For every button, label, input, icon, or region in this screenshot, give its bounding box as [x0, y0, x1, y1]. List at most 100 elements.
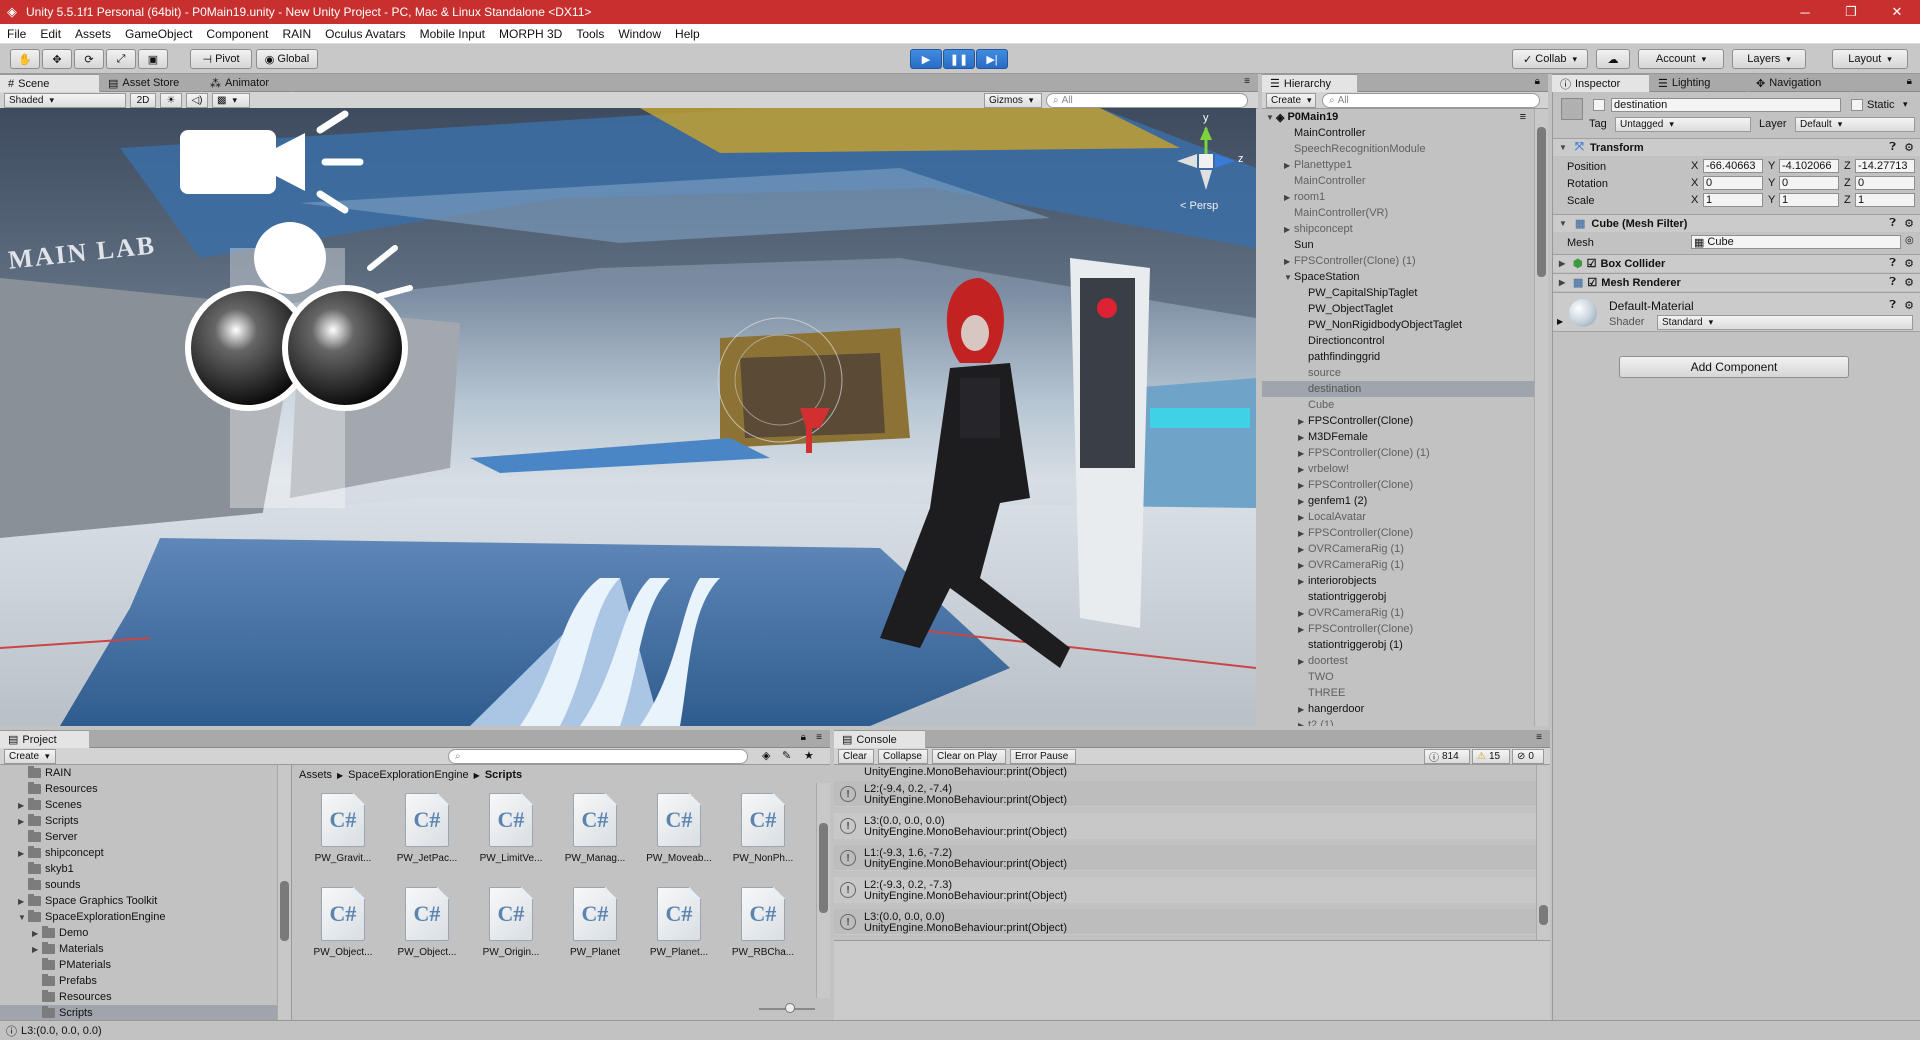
scene-viewport[interactable]: MAIN LAB y z < Persp: [0, 108, 1256, 726]
expand-icon[interactable]: ▶: [1298, 465, 1308, 474]
console-warning-filter[interactable]: ⚠ 15: [1472, 749, 1510, 764]
tab-console[interactable]: ▤ Console: [834, 730, 926, 748]
filter-type-icon[interactable]: ◈: [762, 749, 770, 762]
enabled-check-icon[interactable]: ☑: [1587, 276, 1597, 289]
console-log-entry[interactable]: ! L3:(0.0, 0.0, 0.0) UnityEngine.MonoBehav…: [834, 813, 1550, 839]
expand-icon[interactable]: ▶: [32, 929, 42, 938]
audio-toggle[interactable]: ◁): [186, 93, 208, 108]
menu-edit[interactable]: Edit: [33, 27, 68, 41]
collab-dropdown[interactable]: ✓ Collab: [1512, 49, 1588, 69]
static-checkbox[interactable]: [1851, 99, 1863, 111]
object-picker-icon[interactable]: ◎: [1905, 235, 1914, 246]
scene-menu-icon[interactable]: ≡: [1520, 111, 1526, 123]
play-button[interactable]: ▶: [910, 49, 942, 69]
fold-icon[interactable]: ▶: [1559, 278, 1569, 287]
rot-z-field[interactable]: 0: [1855, 176, 1915, 190]
project-tree-scrollbar[interactable]: [277, 765, 291, 1020]
script-file[interactable]: C# PW_NonPh...: [727, 793, 799, 877]
project-files-scrollbar[interactable]: [816, 783, 830, 998]
script-file[interactable]: C# PW_Origin...: [475, 887, 547, 971]
expand-icon[interactable]: ▶: [1284, 193, 1294, 202]
gizmos-dropdown[interactable]: Gizmos: [984, 93, 1042, 108]
lock-icon[interactable]: 🔒︎: [1535, 76, 1540, 87]
console-log-entry[interactable]: ! L2:(-9.3, 0.2, -7.3) UnityEngine.MonoBeh…: [834, 877, 1550, 903]
hierarchy-item[interactable]: ▶ FPSController(Clone): [1262, 477, 1548, 493]
minimize-icon[interactable]: ─: [1782, 0, 1828, 24]
project-folder-item[interactable]: ▶ Space Graphics Toolkit: [0, 893, 291, 909]
expand-icon[interactable]: ▶: [1298, 609, 1308, 618]
expand-icon[interactable]: ▶: [1284, 225, 1294, 234]
help-icon[interactable]: ❓︎: [1889, 217, 1896, 230]
box-collider-header[interactable]: ▶ ⬢ ☑ Box Collider ❓︎ ⚙: [1553, 254, 1920, 272]
mesh-filter-header[interactable]: ▼ ▦ Cube (Mesh Filter) ❓︎ ⚙: [1553, 214, 1920, 232]
project-folder-item[interactable]: ▶ shipconcept: [0, 845, 291, 861]
hierarchy-item[interactable]: ▶ Planettype1: [1262, 157, 1548, 173]
rotate-tool-button[interactable]: ⟳: [74, 49, 104, 69]
fold-icon[interactable]: ▼: [1559, 219, 1569, 228]
expand-icon[interactable]: ▶: [1298, 449, 1308, 458]
hierarchy-item[interactable]: pathfindinggrid: [1262, 349, 1548, 365]
hierarchy-scene-root[interactable]: ▼ ◈ P0Main19 ≡: [1262, 109, 1548, 125]
hierarchy-item[interactable]: ▶ shipconcept: [1262, 221, 1548, 237]
menu-gameobject[interactable]: GameObject: [118, 27, 199, 41]
expand-icon[interactable]: ▶: [1298, 513, 1308, 522]
scene-search-input[interactable]: ⌕ All: [1046, 93, 1248, 108]
rot-x-field[interactable]: 0: [1703, 176, 1763, 190]
project-folder-item[interactable]: Prefabs: [0, 973, 291, 989]
scale-y-field[interactable]: 1: [1779, 193, 1839, 207]
layout-dropdown[interactable]: Layout: [1832, 49, 1908, 69]
project-folder-item[interactable]: ▶ Demo: [0, 925, 291, 941]
mesh-renderer-header[interactable]: ▶ ▦ ☑ Mesh Renderer ❓︎ ⚙: [1553, 273, 1920, 291]
hierarchy-item[interactable]: Directioncontrol: [1262, 333, 1548, 349]
hierarchy-item[interactable]: ▼ SpaceStation: [1262, 269, 1548, 285]
breadcrumb-scripts[interactable]: Scripts: [485, 769, 522, 781]
icon-size-slider-thumb[interactable]: [785, 1003, 795, 1013]
help-icon[interactable]: ❓︎: [1889, 141, 1896, 154]
object-name-input[interactable]: destination: [1611, 98, 1841, 112]
expand-icon[interactable]: ▶: [1284, 161, 1294, 170]
project-folder-item[interactable]: ▶ Scenes: [0, 797, 291, 813]
help-icon[interactable]: ❓︎: [1889, 299, 1896, 312]
panel-menu-icon[interactable]: ≡: [816, 732, 822, 743]
lock-icon[interactable]: 🔒︎: [801, 732, 806, 743]
expand-icon[interactable]: ▶: [1298, 625, 1308, 634]
active-checkbox[interactable]: [1593, 99, 1605, 111]
expand-icon[interactable]: ▶: [18, 801, 28, 810]
expand-icon[interactable]: ▼: [18, 913, 28, 922]
console-info-filter[interactable]: ⓘ 814: [1424, 749, 1470, 764]
menu-assets[interactable]: Assets: [68, 27, 118, 41]
filter-label-icon[interactable]: ✎: [782, 749, 791, 762]
hand-tool-button[interactable]: ✋: [10, 49, 40, 69]
console-error-pause-toggle[interactable]: Error Pause: [1010, 749, 1076, 764]
hierarchy-item[interactable]: ▶ hangerdoor: [1262, 701, 1548, 717]
shader-dropdown[interactable]: Standard: [1657, 315, 1913, 330]
restore-icon[interactable]: ❐: [1828, 0, 1874, 24]
script-file[interactable]: C# PW_Planet...: [643, 887, 715, 971]
hierarchy-item[interactable]: ▶ OVRCameraRig (1): [1262, 605, 1548, 621]
help-icon[interactable]: ❓︎: [1889, 257, 1896, 270]
hierarchy-item[interactable]: MainController(VR): [1262, 205, 1548, 221]
pos-x-field[interactable]: -66.40663: [1703, 159, 1763, 173]
hierarchy-item[interactable]: Sun: [1262, 237, 1548, 253]
breadcrumb-assets[interactable]: Assets: [299, 769, 332, 781]
fold-icon[interactable]: ▶: [1559, 259, 1569, 268]
tab-animator[interactable]: ⁂ Animator: [202, 74, 292, 92]
menu-morph3d[interactable]: MORPH 3D: [492, 27, 569, 41]
hierarchy-item[interactable]: ▶ genfem1 (2): [1262, 493, 1548, 509]
hierarchy-create-dropdown[interactable]: Create: [1266, 93, 1316, 108]
project-folder-item[interactable]: Resources: [0, 989, 291, 1005]
fold-icon[interactable]: ▶: [1557, 317, 1563, 326]
layers-dropdown[interactable]: Layers: [1732, 49, 1806, 69]
project-folder-item[interactable]: ▼ SpaceExplorationEngine: [0, 909, 291, 925]
hierarchy-item[interactable]: ▶ vrbelow!: [1262, 461, 1548, 477]
project-create-dropdown[interactable]: Create: [4, 749, 56, 764]
hierarchy-item[interactable]: ▶ room1: [1262, 189, 1548, 205]
rot-y-field[interactable]: 0: [1779, 176, 1839, 190]
hierarchy-item[interactable]: ▶ FPSController(Clone) (1): [1262, 253, 1548, 269]
pause-button[interactable]: ❚❚: [943, 49, 975, 69]
toggle-2d-button[interactable]: 2D: [130, 93, 156, 108]
scale-tool-button[interactable]: ⤢: [106, 49, 136, 69]
global-toggle[interactable]: ◉ Global: [256, 49, 318, 69]
panel-menu-icon[interactable]: ≡: [1244, 76, 1250, 87]
lock-icon[interactable]: 🔒︎: [1907, 76, 1912, 87]
